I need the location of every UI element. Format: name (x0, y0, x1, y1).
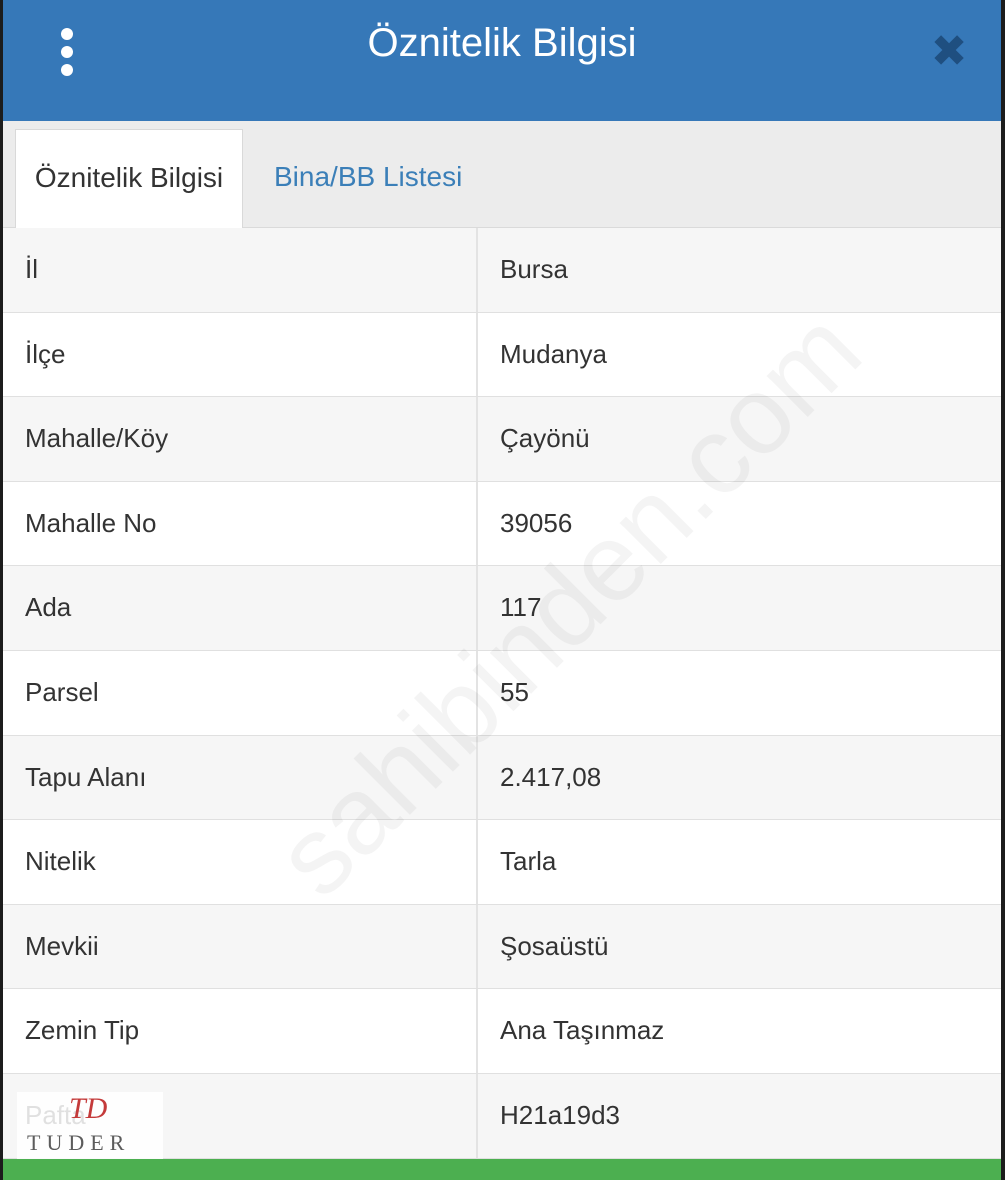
table-row: İl Bursa (3, 228, 1001, 313)
table-row: Mahalle/Köy Çayönü (3, 397, 1001, 482)
table-row: İlçe Mudanya (3, 312, 1001, 398)
attribute-panel: Öznitelik Bilgisi ✖ Öznitelik Bilgisi Bi… (3, 0, 1001, 1180)
row-value: 117 (500, 592, 542, 623)
row-value: H21a19d3 (500, 1099, 620, 1130)
table-row: Tapu Alanı 2.417,08 (3, 735, 1001, 821)
row-key: Mahalle/Köy (3, 397, 478, 481)
tab-bar: Öznitelik Bilgisi Bina/BB Listesi (3, 121, 1001, 229)
table-row: Parsel 55 (3, 650, 1001, 736)
row-value: 2.417,08 (500, 761, 602, 792)
table-row: Zemin Tip Ana Taşınmaz (3, 989, 1001, 1074)
row-key: Mahalle No (3, 481, 478, 566)
tab-attribute-info[interactable]: Öznitelik Bilgisi (15, 129, 243, 229)
table-row: Pafta H21a19d3 (3, 1073, 1001, 1159)
table-row: Ada 117 (3, 566, 1001, 651)
table-row: Mevkii Şosaüstü (3, 904, 1001, 990)
table-row: Nitelik Tarla (3, 820, 1001, 905)
close-icon[interactable]: ✖ (927, 30, 971, 74)
panel-title: Öznitelik Bilgisi (367, 21, 637, 65)
row-key: Tapu Alanı (3, 735, 478, 820)
row-key: İl (3, 228, 478, 312)
panel-header: Öznitelik Bilgisi ✖ (3, 0, 1001, 121)
row-key: Zemin Tip (3, 989, 478, 1073)
attribute-table: İl Bursa İlçe Mudanya Mahalle/Köy Çayönü… (3, 228, 1001, 1159)
row-value: Ana Taşınmaz (500, 1015, 665, 1046)
table-row: Mahalle No 39056 (3, 481, 1001, 567)
row-value: Mudanya (500, 338, 607, 369)
row-value: 39056 (500, 507, 573, 538)
row-value: Tarla (500, 846, 557, 877)
footer-bar (3, 1159, 1001, 1180)
row-value: Bursa (500, 254, 568, 284)
row-key: Mevkii (3, 904, 478, 989)
row-key: Nitelik (3, 820, 478, 904)
row-value: 55 (500, 676, 529, 707)
tab-building-list[interactable]: Bina/BB Listesi (274, 129, 462, 225)
row-value: Şosaüstü (500, 930, 609, 961)
row-key: Ada (3, 566, 478, 650)
row-key: Pafta (3, 1073, 478, 1158)
row-value: Çayönü (500, 423, 590, 454)
row-key: Parsel (3, 650, 478, 735)
row-key: İlçe (3, 312, 478, 397)
